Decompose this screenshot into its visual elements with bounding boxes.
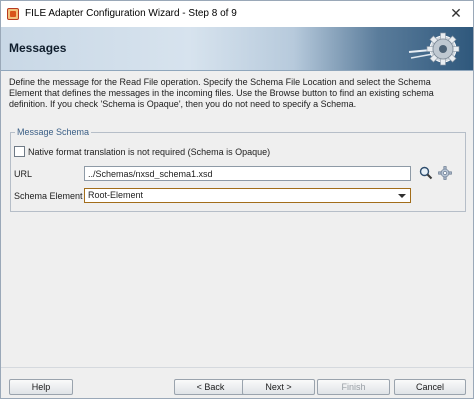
native-format-checkbox[interactable] xyxy=(14,146,25,157)
message-schema-group: Message Schema Native format translation… xyxy=(10,127,466,212)
close-button[interactable]: ✕ xyxy=(447,4,465,22)
native-format-row: Native format translation is not require… xyxy=(14,146,270,157)
message-schema-legend: Message Schema xyxy=(15,127,92,137)
wizard-window: FILE Adapter Configuration Wizard - Step… xyxy=(0,0,474,399)
chevron-down-icon[interactable] xyxy=(398,194,406,198)
title-bar: FILE Adapter Configuration Wizard - Step… xyxy=(1,1,473,27)
schema-element-row: Schema Element xyxy=(14,191,83,201)
wizard-gear-icon xyxy=(408,32,460,66)
schema-element-label: Schema Element xyxy=(14,191,83,201)
url-label: URL xyxy=(14,169,33,179)
url-input[interactable] xyxy=(84,166,411,181)
schema-element-select[interactable]: Root-Element xyxy=(84,188,411,203)
wizard-header: Messages xyxy=(1,27,473,71)
finish-button[interactable]: Finish xyxy=(317,379,390,395)
app-icon xyxy=(7,8,19,20)
gear-icon[interactable] xyxy=(438,166,452,180)
page-title: Messages xyxy=(9,41,67,55)
native-format-label[interactable]: Native format translation is not require… xyxy=(28,147,270,157)
search-icon[interactable] xyxy=(419,166,433,180)
cancel-button[interactable]: Cancel xyxy=(394,379,466,395)
url-row: URL xyxy=(14,169,32,179)
help-button[interactable]: Help xyxy=(9,379,73,395)
step-description: Define the message for the Read File ope… xyxy=(9,77,434,109)
window-title: FILE Adapter Configuration Wizard - Step… xyxy=(25,8,237,19)
footer-divider xyxy=(1,367,473,368)
back-button[interactable]: < Back xyxy=(174,379,247,395)
next-button[interactable]: Next > xyxy=(242,379,315,395)
schema-element-value: Root-Element xyxy=(88,190,144,200)
